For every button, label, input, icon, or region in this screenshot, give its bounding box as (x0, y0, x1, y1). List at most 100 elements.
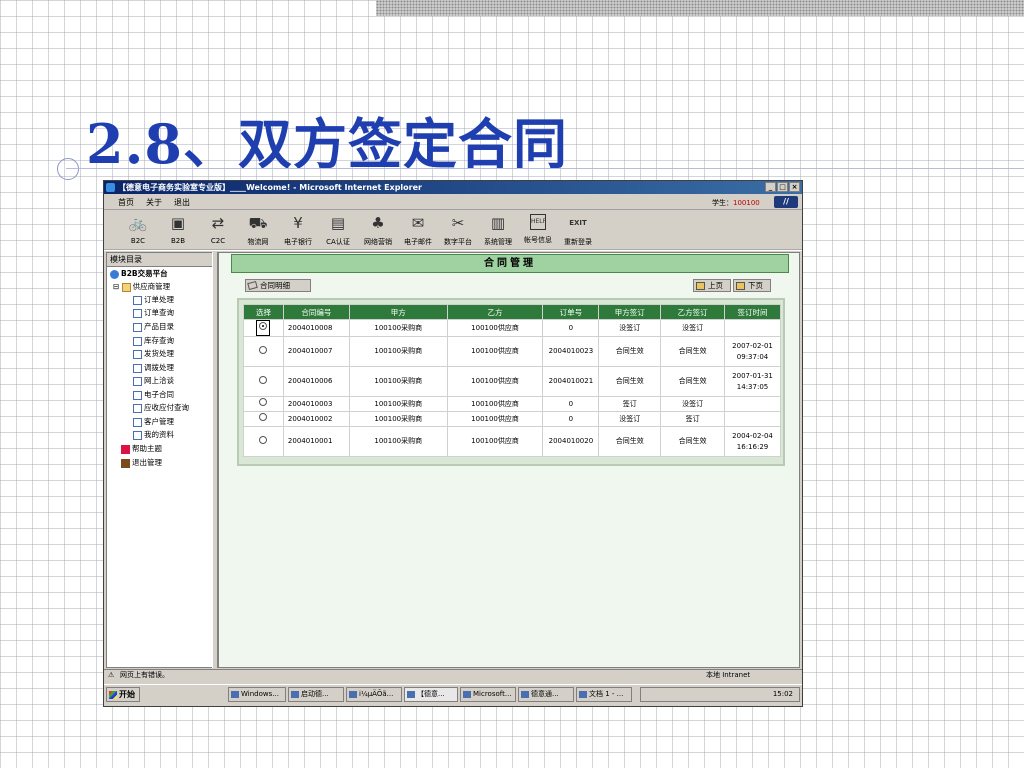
page-icon (133, 336, 142, 346)
student-id: 100100 (733, 199, 760, 207)
sidebar-header: 模块目录 (107, 253, 212, 267)
taskbar-item[interactable]: Microsoft... (460, 687, 516, 702)
decorative-line (66, 168, 1024, 169)
party-a: 100100采购商 (348, 411, 448, 427)
minimize-button[interactable]: _ (765, 182, 776, 192)
select-cell[interactable] (243, 426, 284, 457)
select-cell[interactable] (243, 366, 284, 397)
sidebar-item[interactable]: 调拨处理 (133, 362, 174, 374)
decorative-circle (57, 158, 79, 180)
ie-icon (106, 183, 115, 192)
sidebar-item[interactable]: 产品目录 (133, 321, 174, 333)
select-cell[interactable] (243, 396, 284, 412)
column-header: 订单号 (542, 304, 600, 320)
table-row[interactable]: 2004010003 100100采购商 100100供应商 0 签订 没签订 (243, 396, 781, 412)
party-a: 100100采购商 (348, 366, 448, 397)
tool-email[interactable]: ✉ 电子邮件 (398, 214, 438, 247)
tool-digital[interactable]: ✂ 数字平台 (438, 214, 478, 247)
table-row[interactable]: 2004010001 100100采购商 100100供应商 200401002… (243, 426, 781, 457)
table-row[interactable]: 2004010007 100100采购商 100100供应商 200401002… (243, 336, 781, 367)
party-a-sign-status: 合同生效 (598, 366, 662, 397)
computer-icon: ▥ (490, 214, 506, 232)
page-icon (133, 363, 142, 373)
exchange-icon: ⇄ (211, 214, 225, 232)
sidebar-item[interactable]: 发货处理 (133, 348, 174, 360)
sidebar-item[interactable]: 订单处理 (133, 294, 174, 306)
brand-logo: // (774, 196, 798, 208)
pencil-icon (247, 280, 258, 291)
window-titlebar: 【德意电子商务实验室专业版】____Welcome! - Microsoft I… (104, 181, 802, 194)
sidebar-item[interactable]: 电子合同 (133, 389, 174, 401)
start-button[interactable]: 开始 (106, 687, 140, 702)
sidebar-item[interactable]: 网上洽谈 (133, 375, 174, 387)
column-header: 签订时间 (724, 304, 781, 320)
corner-dot-pattern (376, 0, 1024, 16)
table-row[interactable]: 2004010008 100100采购商 100100供应商 0 没签订 没签订 (243, 319, 781, 337)
sidebar-item[interactable]: 应收应付查询 (133, 402, 189, 414)
radio-option[interactable] (259, 413, 268, 421)
radio-option[interactable] (259, 375, 268, 384)
taskbar-item[interactable]: i¼µÄÕã... (346, 687, 402, 702)
tool-ebank[interactable]: ¥ 电子银行 (278, 214, 318, 247)
sidebar-exit[interactable]: 退出管理 (121, 457, 162, 469)
sidebar-item[interactable]: 客户管理 (133, 416, 174, 428)
column-header: 乙方 (446, 304, 544, 320)
sidebar-help[interactable]: 帮助主题 (121, 443, 162, 455)
party-b: 100100供应商 (446, 336, 544, 367)
page-icon (133, 430, 142, 440)
sidebar-item[interactable]: 我的资料 (133, 429, 174, 441)
tool-logistics[interactable]: ⛟ 物流网 (238, 214, 278, 247)
folder-up-icon (696, 282, 705, 290)
tool-relogin[interactable]: EXIT 重新登录 (558, 214, 598, 247)
taskbar-item[interactable]: 启动德... (288, 687, 344, 702)
tool-ca[interactable]: ▤ CA认证 (318, 214, 358, 247)
close-button[interactable]: × (789, 182, 800, 192)
sidebar-item[interactable]: 库存查询 (133, 335, 174, 347)
taskbar-item[interactable]: Windows... (228, 687, 286, 702)
contract-table-container: 选择 合同编号 甲方 乙方 订单号 甲方签订 乙方签订 签订时间 2004010… (237, 298, 785, 466)
taskbar-item-active[interactable]: 【德意... (404, 687, 458, 702)
help-book-icon (121, 444, 130, 454)
next-page-button[interactable]: 下页 (733, 279, 771, 292)
maximize-button[interactable]: □ (777, 182, 788, 192)
column-header: 选择 (243, 304, 284, 320)
prev-page-button[interactable]: 上页 (693, 279, 731, 292)
tool-system[interactable]: ▥ 系统管理 (478, 214, 518, 247)
page-icon (133, 322, 142, 332)
page-icon (133, 349, 142, 359)
tool-marketing[interactable]: ♣ 网络营销 (358, 214, 398, 247)
party-a: 100100采购商 (348, 396, 448, 412)
table-row[interactable]: 2004010006 100100采购商 100100供应商 200401002… (243, 366, 781, 397)
menu-home[interactable]: 首页 (118, 197, 134, 208)
contract-detail-button[interactable]: 合同明细 (245, 279, 311, 292)
sidebar-item[interactable]: 订单查询 (133, 307, 174, 319)
tool-c2c[interactable]: ⇄ C2C (198, 214, 238, 245)
table-row[interactable]: 2004010002 100100采购商 100100供应商 0 没签订 签订 (243, 411, 781, 427)
order-number: 0 (542, 411, 600, 427)
radio-selected[interactable] (259, 322, 268, 330)
menu-about[interactable]: 关于 (146, 197, 162, 208)
tool-b2c[interactable]: 🚲 B2C (118, 214, 158, 245)
taskbar-item[interactable]: 文档 1 - ... (576, 687, 632, 702)
tree-root[interactable]: B2B交易平台 (110, 268, 168, 280)
taskbar-item[interactable]: 德意通... (518, 687, 574, 702)
menu-exit[interactable]: 退出 (174, 197, 190, 208)
radio-option[interactable] (259, 435, 268, 444)
radio-option[interactable] (259, 398, 268, 406)
select-cell[interactable] (243, 319, 284, 337)
page-title: 合同管理 (231, 254, 789, 273)
tool-b2b[interactable]: ▣ B2B (158, 214, 198, 245)
network-icon: ▣ (170, 214, 186, 232)
select-cell[interactable] (243, 336, 284, 367)
tree-group[interactable]: ⊟ 供应商管理 (113, 281, 170, 293)
radio-option[interactable] (259, 345, 268, 354)
page-icon (133, 390, 142, 400)
student-label: 学生： (712, 199, 733, 207)
certificate-icon: ▤ (330, 214, 346, 232)
select-cell[interactable] (243, 411, 284, 427)
order-number: 2004010020 (542, 426, 600, 457)
party-b-sign-status: 合同生效 (660, 426, 726, 457)
clock: 15:02 (772, 690, 793, 698)
sign-time (724, 396, 781, 412)
tool-account[interactable]: HELP 帐号信息 (518, 214, 558, 245)
